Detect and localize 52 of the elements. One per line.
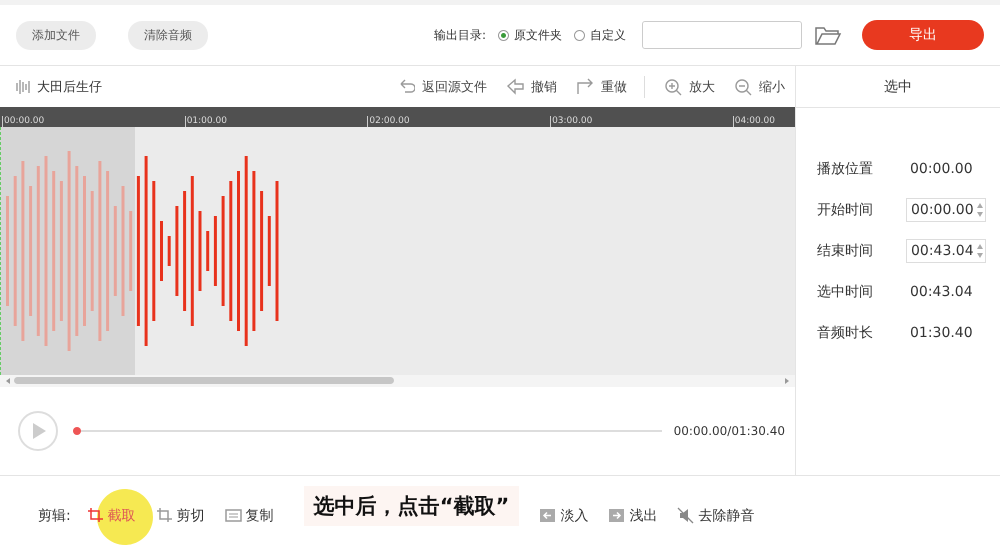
radio-label: 原文件夹 <box>514 26 562 44</box>
edit-button[interactable]: 浅出 <box>629 506 658 524</box>
radio-button[interactable] <box>498 30 509 40</box>
field-label: 音频时长 <box>817 324 874 342</box>
redo-icon[interactable] <box>576 78 594 96</box>
caption-overlay: 选中后，点击“截取” <box>304 486 520 526</box>
file-name: 大田后生仔 <box>37 78 102 96</box>
field-value: 00:00.00 <box>910 160 973 176</box>
field-label: 结束时间 <box>817 242 874 260</box>
edit-label: 剪辑: <box>38 506 71 524</box>
output-label: 输出目录: <box>434 26 486 44</box>
toolbar-button[interactable]: 添加文件 <box>16 20 96 50</box>
progress-thumb[interactable] <box>73 427 81 435</box>
export-button[interactable]: 导出 <box>862 20 984 50</box>
field-value: 01:30.40 <box>910 324 973 340</box>
scroll-right-icon[interactable] <box>783 377 791 385</box>
cut-icon[interactable] <box>156 507 173 524</box>
copy-icon[interactable] <box>224 507 242 524</box>
crop-icon[interactable] <box>86 507 104 524</box>
waveform-icon <box>16 78 30 94</box>
field-label: 选中时间 <box>817 282 874 300</box>
edit-button[interactable]: 淡入 <box>560 506 588 524</box>
play-button-icon[interactable] <box>17 410 59 452</box>
edit-button[interactable]: 剪切 <box>176 506 205 524</box>
time-spinner[interactable]: 00:00.00 <box>906 198 986 222</box>
field-label: 播放位置 <box>817 160 874 178</box>
spinner-arrows-icon[interactable] <box>976 242 984 260</box>
mute-icon[interactable] <box>677 507 694 524</box>
radio-option[interactable]: 自定义 <box>574 26 626 44</box>
radio-button[interactable] <box>574 30 585 40</box>
undo-icon[interactable] <box>506 78 524 96</box>
time-spinner[interactable]: 00:43.04 <box>906 238 986 262</box>
spinner-arrows-icon[interactable] <box>976 200 984 218</box>
edit-button[interactable]: 复制 <box>246 506 274 524</box>
path-field[interactable] <box>642 21 802 49</box>
toolbar-button[interactable]: 重做 <box>601 78 627 96</box>
scroll-left-icon[interactable] <box>4 377 12 385</box>
zoom-out-icon[interactable] <box>734 78 752 96</box>
zoom-in-icon[interactable] <box>664 78 682 96</box>
playback-time: 00:00.00/01:30.40 <box>674 424 785 438</box>
toolbar-button[interactable]: 放大 <box>689 78 715 96</box>
toolbar-button[interactable]: 缩小 <box>759 78 785 96</box>
panel-title: 选中 <box>796 66 1000 108</box>
field-value: 00:43.04 <box>910 284 973 300</box>
toolbar-button[interactable]: 返回源文件 <box>422 78 487 96</box>
edit-button[interactable]: 去除静音 <box>698 506 754 524</box>
toolbar-button[interactable]: 清除音频 <box>128 20 208 50</box>
radio-label: 自定义 <box>590 26 626 44</box>
radio-option[interactable]: 原文件夹 <box>498 26 562 44</box>
scrollbar-thumb[interactable] <box>14 377 394 384</box>
toolbar-button[interactable]: 撤销 <box>531 78 557 96</box>
field-label: 开始时间 <box>817 200 874 218</box>
